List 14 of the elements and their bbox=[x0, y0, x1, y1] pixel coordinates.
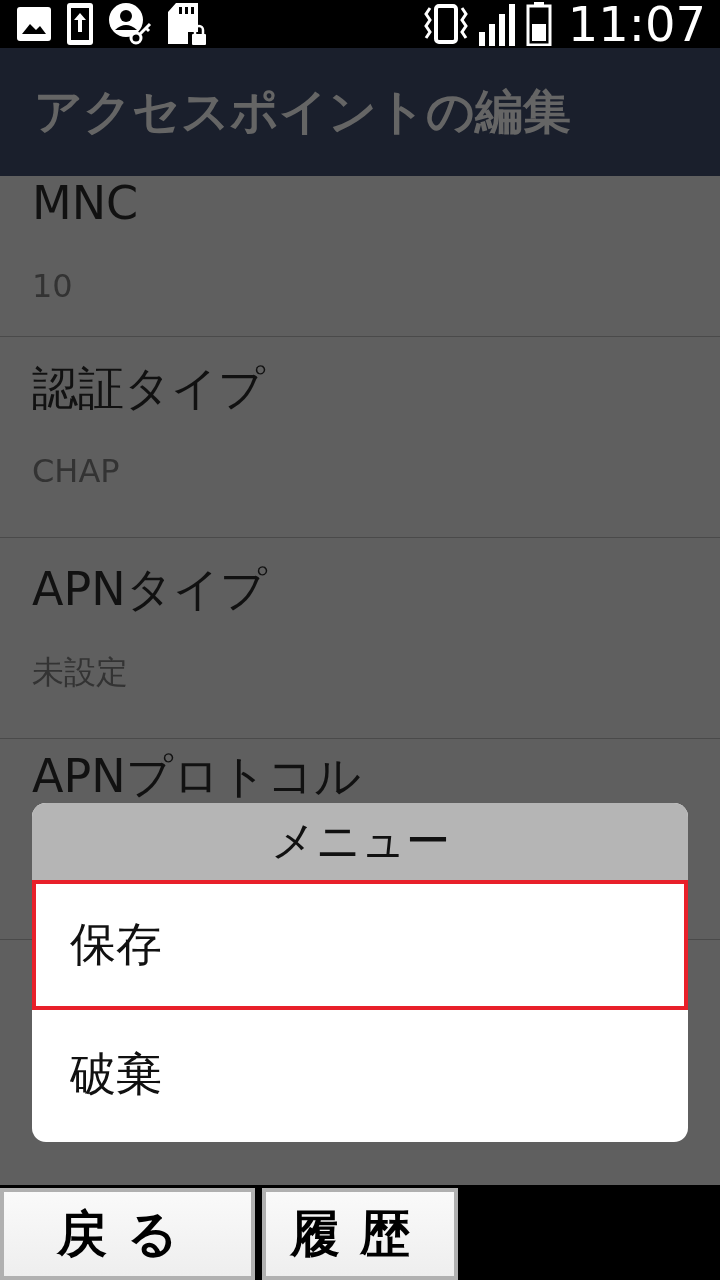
image-icon bbox=[16, 6, 52, 42]
menu-item[interactable]: 保存 bbox=[32, 880, 688, 1010]
battery-icon bbox=[525, 2, 552, 46]
bottom-button[interactable]: 履歴 bbox=[262, 1188, 458, 1280]
setting-title: 認証タイプ bbox=[32, 363, 267, 413]
screen-title: アクセスポイントの編集 bbox=[34, 82, 571, 141]
bottom-button[interactable]: 戻る bbox=[0, 1188, 255, 1280]
setting-title: APNタイプ bbox=[32, 564, 269, 614]
setting-title: APNプロトコル bbox=[32, 751, 362, 801]
signal-icon bbox=[477, 2, 518, 46]
setting-title: MNC bbox=[32, 178, 140, 228]
menu-item[interactable]: 破棄 bbox=[32, 1010, 688, 1140]
clock-time: 11:07 bbox=[567, 0, 706, 48]
menu-title: メニュー bbox=[270, 814, 450, 868]
